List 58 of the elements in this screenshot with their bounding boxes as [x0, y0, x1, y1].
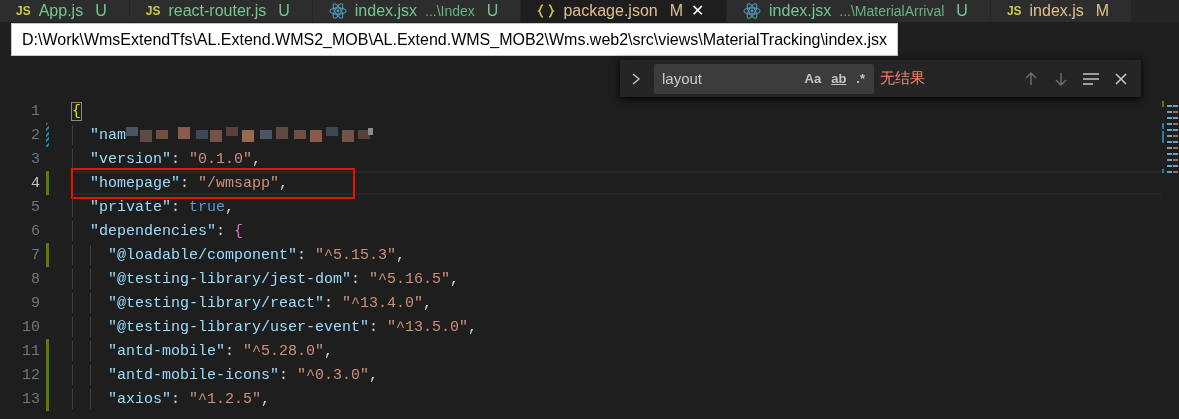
- editor-tab[interactable]: JS index.js M: [990, 0, 1133, 22]
- editor-tab[interactable]: JS App.js U: [0, 0, 130, 22]
- no-results-label: 无结果: [880, 69, 926, 88]
- code-line: "@testing-library/react": "^13.4.0",: [108, 294, 433, 312]
- line-number: 8: [30, 270, 40, 288]
- line-number: 1: [30, 102, 40, 120]
- js-icon: JS: [16, 1, 31, 21]
- atom-icon: [743, 2, 762, 20]
- editor-tab[interactable]: index.jsx ...\MaterialArrival U: [727, 0, 991, 22]
- tab-title: react-router.js: [168, 1, 267, 21]
- file-path-tooltip: D:\Work\WmsExtendTfs\AL.Extend.WMS2_MOB\AL.Extend.WMS_MOB2\Wms.web2\src\views\MaterialTracking\index.jsx: [11, 23, 899, 56]
- code-line: "version": "0.1.0",: [90, 150, 262, 168]
- tab-path: ...\Index: [425, 2, 475, 21]
- line-number: 9: [30, 294, 40, 312]
- line-number: 7: [30, 246, 40, 264]
- tab-title: App.js: [38, 1, 84, 21]
- braces-icon: [537, 3, 556, 19]
- editor-tab[interactable]: package.json M ✕: [521, 0, 728, 22]
- git-status: U: [956, 1, 968, 21]
- tab-title: index.jsx: [769, 1, 832, 21]
- tab-title: index.jsx: [354, 1, 418, 21]
- line-number: 11: [21, 342, 40, 360]
- git-status: M: [1095, 1, 1110, 21]
- js-icon: JS: [1006, 1, 1022, 21]
- code-line: "@testing-library/jest-dom": "^5.16.5",: [108, 270, 460, 288]
- code-line: "antd-mobile": "^5.28.0",: [108, 342, 334, 360]
- line-number: 10: [21, 318, 40, 336]
- line-number: 5: [30, 198, 40, 216]
- code-line: "dependencies": {: [90, 222, 244, 240]
- search-option-toggle[interactable]: ab: [828, 70, 850, 87]
- search-option-toggle[interactable]: Aa: [801, 70, 825, 87]
- git-status: M: [669, 1, 684, 21]
- line-number: 3: [30, 150, 40, 168]
- tab-path: ...\MaterialArrival: [839, 2, 945, 21]
- tab-title: index.js: [1029, 1, 1084, 21]
- line-number: 6: [30, 222, 40, 240]
- search-option-toggle[interactable]: .*: [853, 70, 868, 87]
- git-status: U: [486, 1, 499, 21]
- find-input-field[interactable]: layout Aa ab .*: [654, 63, 874, 94]
- atom-icon: [328, 2, 347, 20]
- tab-title: package.json: [563, 1, 658, 21]
- close-tab-button[interactable]: ✕: [691, 1, 705, 21]
- code-line: "homepage": "/wmsapp",: [90, 174, 289, 192]
- editor-tab[interactable]: JS react-router.js U: [129, 0, 313, 22]
- code-line: "antd-mobile-icons": "^0.3.0",: [108, 366, 379, 384]
- js-icon: JS: [145, 1, 161, 21]
- code-line: "private": true,: [90, 198, 235, 216]
- git-status: U: [95, 1, 107, 21]
- line-number: 4: [30, 174, 40, 192]
- code-line: "axios": "^1.2.5",: [108, 390, 271, 408]
- line-number: 13: [21, 390, 40, 408]
- git-status: U: [278, 1, 290, 21]
- code-line: "nam: [90, 126, 126, 144]
- line-number: 12: [21, 366, 40, 384]
- editor-tab[interactable]: index.jsx ...\Index U: [312, 0, 522, 22]
- code-line: "@testing-library/user-event": "^13.5.0",: [108, 318, 478, 336]
- line-number: 2: [30, 126, 40, 144]
- code-line: "@loadable/component": "^5.15.3",: [108, 246, 406, 264]
